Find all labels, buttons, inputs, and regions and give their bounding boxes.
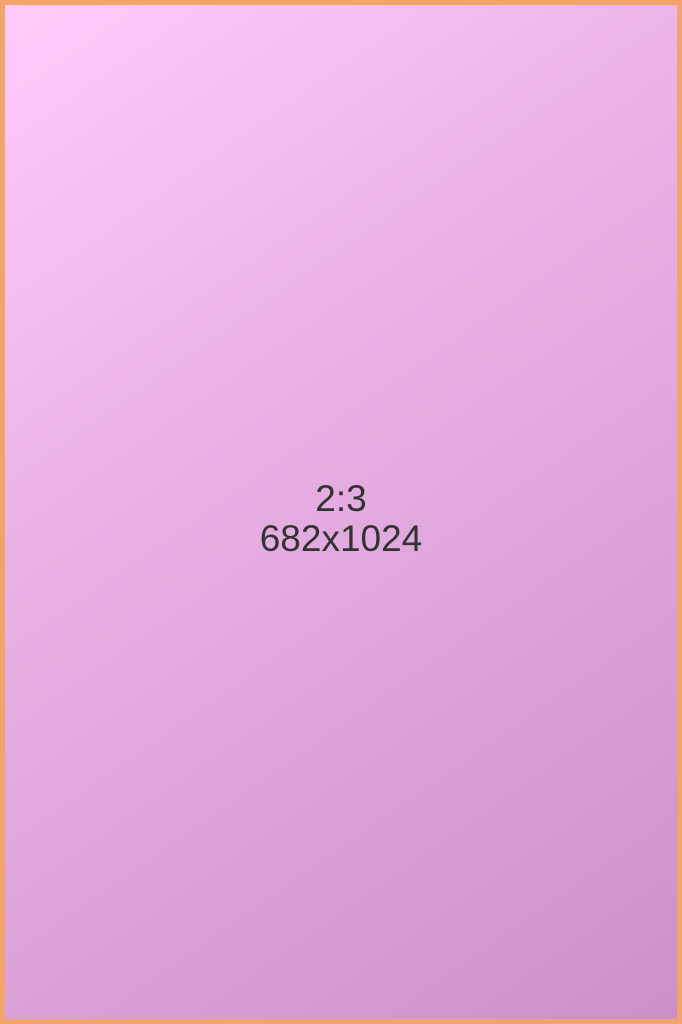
aspect-ratio-text: 2:3 bbox=[315, 478, 367, 519]
placeholder-image: 2:3 682x1024 bbox=[0, 0, 682, 1024]
dimensions-text: 682x1024 bbox=[259, 518, 423, 559]
placeholder-label: 2:3 682x1024 bbox=[5, 479, 677, 559]
